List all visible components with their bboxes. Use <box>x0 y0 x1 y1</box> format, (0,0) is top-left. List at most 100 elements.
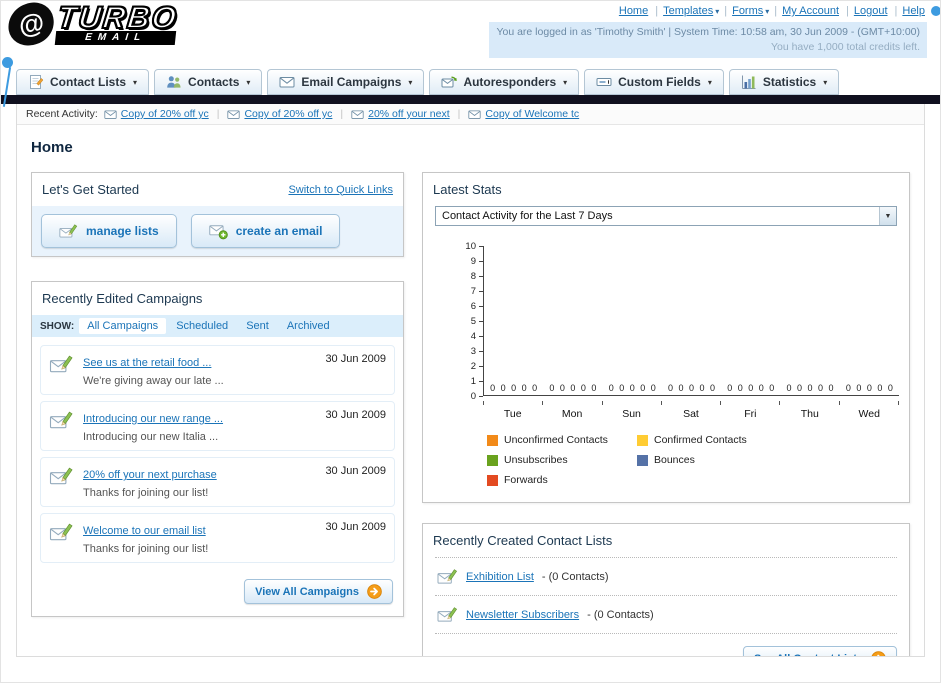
switch-quick-links-link[interactable]: Switch to Quick Links <box>288 184 393 196</box>
stats-range-select[interactable]: Contact Activity for the Last 7 Days ▼ <box>435 206 897 226</box>
top-nav-link[interactable]: My Account <box>782 5 839 17</box>
nav-tab-icon <box>596 74 612 90</box>
top-nav-item: | Logout <box>841 5 890 17</box>
campaigns-title: Recently Edited Campaigns <box>42 291 203 306</box>
top-nav-link[interactable]: Logout <box>854 5 888 17</box>
chart-group: 0 0 0 0 0 <box>721 246 780 395</box>
nav-divider-bar <box>0 95 941 104</box>
recent-activity-link[interactable]: Copy of 20% off yc <box>244 108 332 120</box>
get-started-title: Let's Get Started <box>42 182 140 197</box>
chart-group: 0 0 0 0 0 <box>662 246 721 395</box>
contact-list-link[interactable]: Newsletter Subscribers <box>466 609 579 621</box>
view-all-campaigns-button[interactable]: View All Campaigns <box>244 579 393 604</box>
chart-values: 0 0 0 0 0 <box>667 383 715 393</box>
chart-values: 0 0 0 0 0 <box>608 383 656 393</box>
separator: | <box>216 108 220 120</box>
chart-x-label: Wed <box>858 408 880 420</box>
separator: | <box>774 5 778 17</box>
legend-item: Confirmed Contacts <box>637 434 787 446</box>
top-nav-link[interactable]: Home <box>619 5 648 17</box>
nav-tab-label: Contact Lists <box>50 75 127 89</box>
nav-tab[interactable]: Contacts ▾ <box>154 69 263 95</box>
contact-list-count: - (0 Contacts) <box>587 608 654 621</box>
campaign-date: 30 Jun 2009 <box>325 521 386 533</box>
decoration-dot <box>2 57 13 68</box>
legend-item: Forwards <box>487 474 637 486</box>
chart-x-label: Tue <box>503 408 522 420</box>
create-email-button[interactable]: create an email <box>190 214 341 248</box>
manage-lists-button[interactable]: manage lists <box>41 214 177 248</box>
top-nav-item: | My Account <box>769 5 841 17</box>
nav-tab-label: Email Campaigns <box>301 75 402 89</box>
chart-values: 0 0 0 0 0 <box>845 383 893 393</box>
chart-values: 0 0 0 0 0 <box>490 383 538 393</box>
chevron-down-icon: ▾ <box>707 77 712 87</box>
login-info: You are logged in as 'Timothy Smith' | S… <box>489 22 927 58</box>
campaign-title-link[interactable]: Introducing our new range ... <box>83 413 223 425</box>
envelope-pencil-icon <box>49 521 74 543</box>
app-logo[interactable]: @ TURBO EMAIL <box>4 0 181 49</box>
chart-values: 0 0 0 0 0 <box>727 383 775 393</box>
separator: | <box>340 108 344 120</box>
envelope-pencil-icon <box>49 409 74 431</box>
arrow-circle-icon <box>871 651 886 657</box>
chart-x-label: Sat <box>683 408 699 420</box>
nav-tab[interactable]: Email Campaigns ▾ <box>267 69 425 95</box>
latest-stats-title: Latest Stats <box>433 182 502 197</box>
recent-activity-link[interactable]: Copy of Welcome tc <box>485 108 579 120</box>
recent-activity-link[interactable]: 20% off your next <box>368 108 450 120</box>
recent-activity-item: | Copy of Welcome tc <box>450 108 580 121</box>
chart-plot-groups: 0 0 0 0 0 0 0 0 0 0 0 0 0 0 0 0 0 0 0 0 0 0 … <box>483 246 899 396</box>
nav-tab[interactable]: Statistics ▾ <box>728 69 840 95</box>
campaign-filter-tab[interactable]: Sent <box>238 318 277 334</box>
nav-tab[interactable]: Custom Fields ▾ <box>584 69 724 95</box>
campaign-date: 30 Jun 2009 <box>325 353 386 365</box>
envelope-pencil-icon <box>59 222 78 240</box>
envelope-icon <box>227 108 240 121</box>
envelope-pencil-icon <box>49 465 74 487</box>
campaign-title-link[interactable]: 20% off your next purchase <box>83 469 217 481</box>
campaign-subtitle: We're giving away our late ... <box>83 375 224 387</box>
latest-stats-panel: Latest Stats Contact Activity for the La… <box>422 172 910 503</box>
campaigns-filter-bar: SHOW: All Campaigns Scheduled Sent Archi… <box>32 315 403 337</box>
recent-contact-lists-panel: Recently Created Contact Lists Exhibitio… <box>422 523 910 657</box>
recent-activity-item: | Copy of 20% off yc <box>104 108 209 121</box>
recent-activity-link[interactable]: Copy of 20% off yc <box>121 108 209 120</box>
nav-tab-label: Custom Fields <box>618 75 701 89</box>
nav-tab[interactable]: Contact Lists ▾ <box>16 69 150 95</box>
recent-activity-item: | Copy of 20% off yc <box>209 108 333 121</box>
separator: | <box>457 108 461 120</box>
top-nav-link[interactable]: Templates <box>663 5 713 17</box>
campaign-subtitle: Thanks for joining our list! <box>83 487 209 499</box>
top-nav-link[interactable]: Help <box>902 5 925 17</box>
legend-label: Unconfirmed Contacts <box>504 434 608 446</box>
campaign-filter-tab[interactable]: Archived <box>279 318 338 334</box>
nav-tab[interactable]: Autoresponders ▾ <box>429 69 580 95</box>
campaign-title-link[interactable]: See us at the retail food ... <box>83 357 211 369</box>
see-all-contact-lists-button[interactable]: See All Contact Lists <box>742 646 897 657</box>
envelope-icon <box>351 108 364 121</box>
legend-label: Confirmed Contacts <box>654 434 747 446</box>
contact-list-link[interactable]: Exhibition List <box>466 571 534 583</box>
chart-group: 0 0 0 0 0 <box>603 246 662 395</box>
contact-list-count: - (0 Contacts) <box>541 570 609 583</box>
campaign-filter-tab[interactable]: All Campaigns <box>79 318 167 334</box>
separator: | <box>894 5 898 17</box>
separator: | <box>846 5 849 17</box>
campaign-filter-tab[interactable]: Scheduled <box>168 318 236 334</box>
campaign-title-link[interactable]: Welcome to our email list <box>83 525 206 537</box>
legend-swatch <box>637 454 648 466</box>
chart-group: 0 0 0 0 0 <box>780 246 839 395</box>
chevron-down-icon: ▾ <box>408 77 413 87</box>
app-header: @ TURBO EMAIL | Home | Templates ▾ <box>0 0 941 64</box>
arrow-circle-icon <box>367 584 382 599</box>
campaign-list-item: Welcome to our email list Thanks for joi… <box>40 513 395 563</box>
separator: | <box>724 5 728 17</box>
campaign-list-item: 20% off your next purchase Thanks for jo… <box>40 457 395 507</box>
top-nav-link[interactable]: Forms <box>732 5 763 17</box>
create-email-label: create an email <box>235 224 323 238</box>
recent-activity-bar: Recent Activity: | Copy of 20% off yc | … <box>17 104 924 125</box>
manage-lists-label: manage lists <box>86 224 159 238</box>
chart-x-label: Mon <box>561 408 583 420</box>
legend-item: Unconfirmed Contacts <box>487 434 637 446</box>
